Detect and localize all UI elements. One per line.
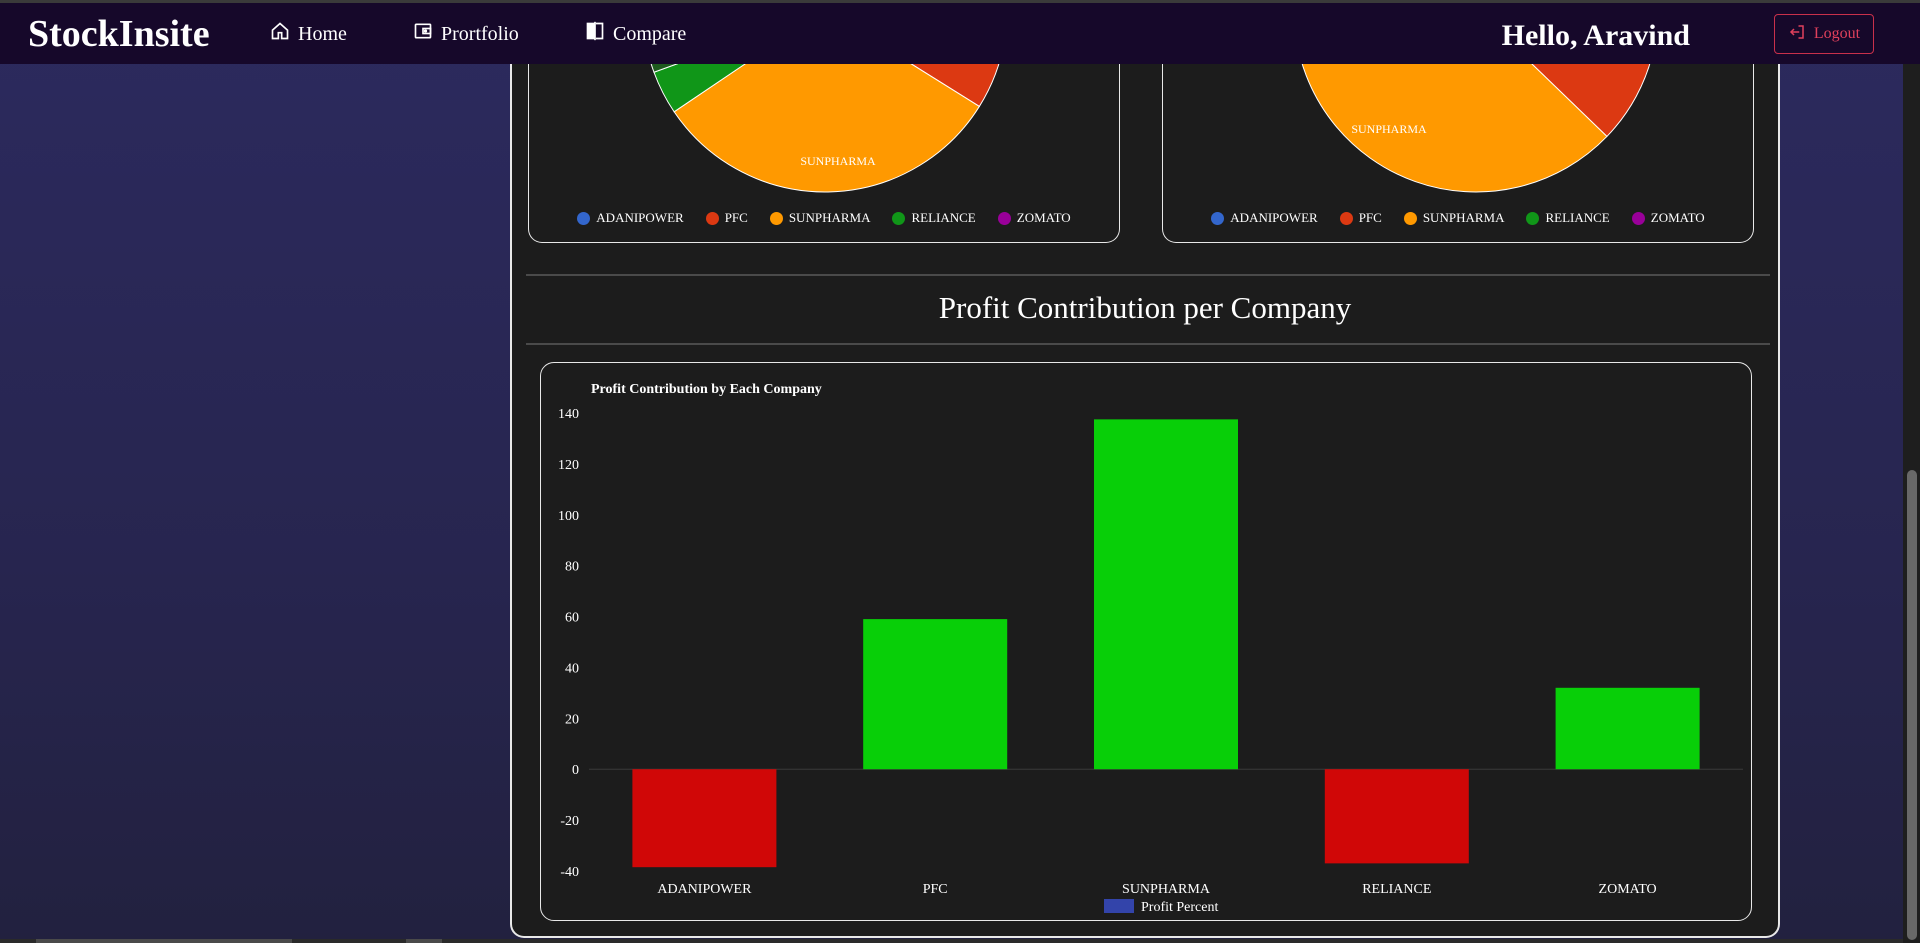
legend-item-sunpharma[interactable]: SUNPHARMA — [1403, 210, 1505, 226]
logout-icon — [1788, 23, 1806, 46]
legend-label: SUNPHARMA — [1422, 210, 1505, 225]
pie-legend-left: ADANIPOWER PFC SUNPHARMA RELIANCE ZOMATO — [529, 210, 1119, 226]
user-greeting: Hello, Aravind — [1501, 19, 1690, 52]
bar-pfc[interactable] — [863, 619, 1008, 770]
pie-slice-label: SUNPHARMA — [1351, 122, 1427, 136]
chart-title: Profit Contribution by Each Company — [591, 382, 822, 397]
bar-reliance[interactable] — [1324, 769, 1469, 864]
y-tick-label: 140 — [558, 407, 579, 422]
y-tick-label: 100 — [558, 509, 579, 524]
logout-label: Logout — [1813, 25, 1861, 42]
x-tick-label: SUNPHARMA — [1122, 882, 1211, 897]
bar-sunpharma[interactable] — [1094, 419, 1238, 770]
legend-item-pfc[interactable]: PFC — [1339, 210, 1382, 226]
legend-item-adanipower[interactable]: ADANIPOWER — [577, 210, 684, 226]
legend-dot — [1526, 211, 1540, 225]
nav-home-label: Home — [298, 22, 347, 45]
legend-item-pfc[interactable]: PFC — [705, 210, 748, 226]
x-tick-label: ZOMATO — [1599, 882, 1657, 897]
legend-item-adanipower[interactable]: ADANIPOWER — [1211, 210, 1318, 226]
y-tick-label: -20 — [560, 814, 579, 829]
legend-item-reliance[interactable]: RELIANCE — [1526, 210, 1610, 226]
page-scrollbar[interactable] — [1903, 0, 1920, 943]
legend-label: RELIANCE — [1545, 210, 1610, 225]
nav-compare-label: Compare — [613, 22, 687, 45]
horizontal-scrollbar[interactable] — [0, 939, 1903, 943]
legend-item-zomato[interactable]: ZOMATO — [1631, 210, 1705, 226]
divider-bottom — [526, 343, 1770, 345]
y-tick-label: 120 — [558, 458, 579, 473]
pie-card-right: SUNPHARMA ADANIPOWER PFC SUNPHARMA RELIA… — [1162, 40, 1754, 243]
legend-label: SUNPHARMA — [788, 210, 871, 225]
legend-item-zomato[interactable]: ZOMATO — [997, 210, 1071, 226]
brand-logo[interactable]: StockInsite — [28, 12, 210, 56]
dashboard-panel: SUNPHARMA ADANIPOWER PFC SUNPHARMA RELIA… — [510, 0, 1780, 938]
legend-label: PFC — [1358, 210, 1382, 225]
logout-button[interactable]: Logout — [1774, 14, 1874, 54]
legend-dot — [705, 211, 719, 225]
y-tick-label: 0 — [572, 763, 579, 778]
legend-dot — [892, 211, 906, 225]
top-navbar: StockInsite Home Prortfolio Compare Hell… — [0, 0, 1920, 64]
home-icon — [270, 21, 290, 47]
x-tick-label: PFC — [923, 882, 948, 897]
y-tick-label: -40 — [560, 865, 579, 880]
y-tick-label: 20 — [565, 712, 579, 727]
pie-legend-right: ADANIPOWER PFC SUNPHARMA RELIANCE ZOMATO — [1163, 210, 1753, 226]
nav-home-link[interactable]: Home — [270, 21, 347, 47]
y-tick-label: 80 — [565, 560, 579, 575]
legend-dot — [1631, 211, 1645, 225]
legend-label[interactable]: Profit Percent — [1141, 900, 1218, 915]
legend-dot — [769, 211, 783, 225]
x-tick-label: ADANIPOWER — [657, 882, 752, 897]
legend-item-reliance[interactable]: RELIANCE — [892, 210, 976, 226]
legend-swatch — [1104, 899, 1134, 913]
scrollbar-segment — [36, 939, 292, 943]
nav-compare-link[interactable]: Compare — [585, 21, 686, 47]
legend-label: ADANIPOWER — [1230, 210, 1318, 225]
pie-card-left: SUNPHARMA ADANIPOWER PFC SUNPHARMA RELIA… — [528, 40, 1120, 243]
legend-label: ZOMATO — [1016, 210, 1071, 225]
legend-dot — [997, 211, 1011, 225]
legend-dot — [577, 211, 591, 225]
y-tick-label: 40 — [565, 661, 579, 676]
y-tick-label: 60 — [565, 611, 579, 626]
bar-adanipower[interactable] — [632, 769, 777, 868]
legend-dot — [1211, 211, 1225, 225]
legend-label: RELIANCE — [911, 210, 976, 225]
pie-slice-label: SUNPHARMA — [800, 154, 876, 168]
legend-dot — [1403, 211, 1417, 225]
legend-label: ZOMATO — [1650, 210, 1705, 225]
section-title: Profit Contribution per Company — [938, 290, 1352, 325]
scrollbar-thumb[interactable] — [1907, 470, 1917, 940]
compare-icon — [585, 21, 605, 47]
profit-bar-chart: Profit Contribution by Each Company 140 1… — [558, 382, 1743, 915]
nav-portfolio-link[interactable]: Prortfolio — [413, 21, 519, 47]
bar-zomato[interactable] — [1555, 687, 1700, 770]
bar-chart-card: Profit Contribution by Each Company 140 1… — [540, 362, 1752, 921]
nav-portfolio-label: Prortfolio — [441, 22, 519, 45]
legend-dot — [1339, 211, 1353, 225]
wallet-icon — [413, 21, 433, 47]
legend-label: PFC — [724, 210, 748, 225]
legend-label: ADANIPOWER — [596, 210, 684, 225]
divider-top — [526, 274, 1770, 276]
legend-item-sunpharma[interactable]: SUNPHARMA — [769, 210, 871, 226]
x-tick-label: RELIANCE — [1362, 882, 1431, 897]
scrollbar-segment — [406, 939, 442, 943]
